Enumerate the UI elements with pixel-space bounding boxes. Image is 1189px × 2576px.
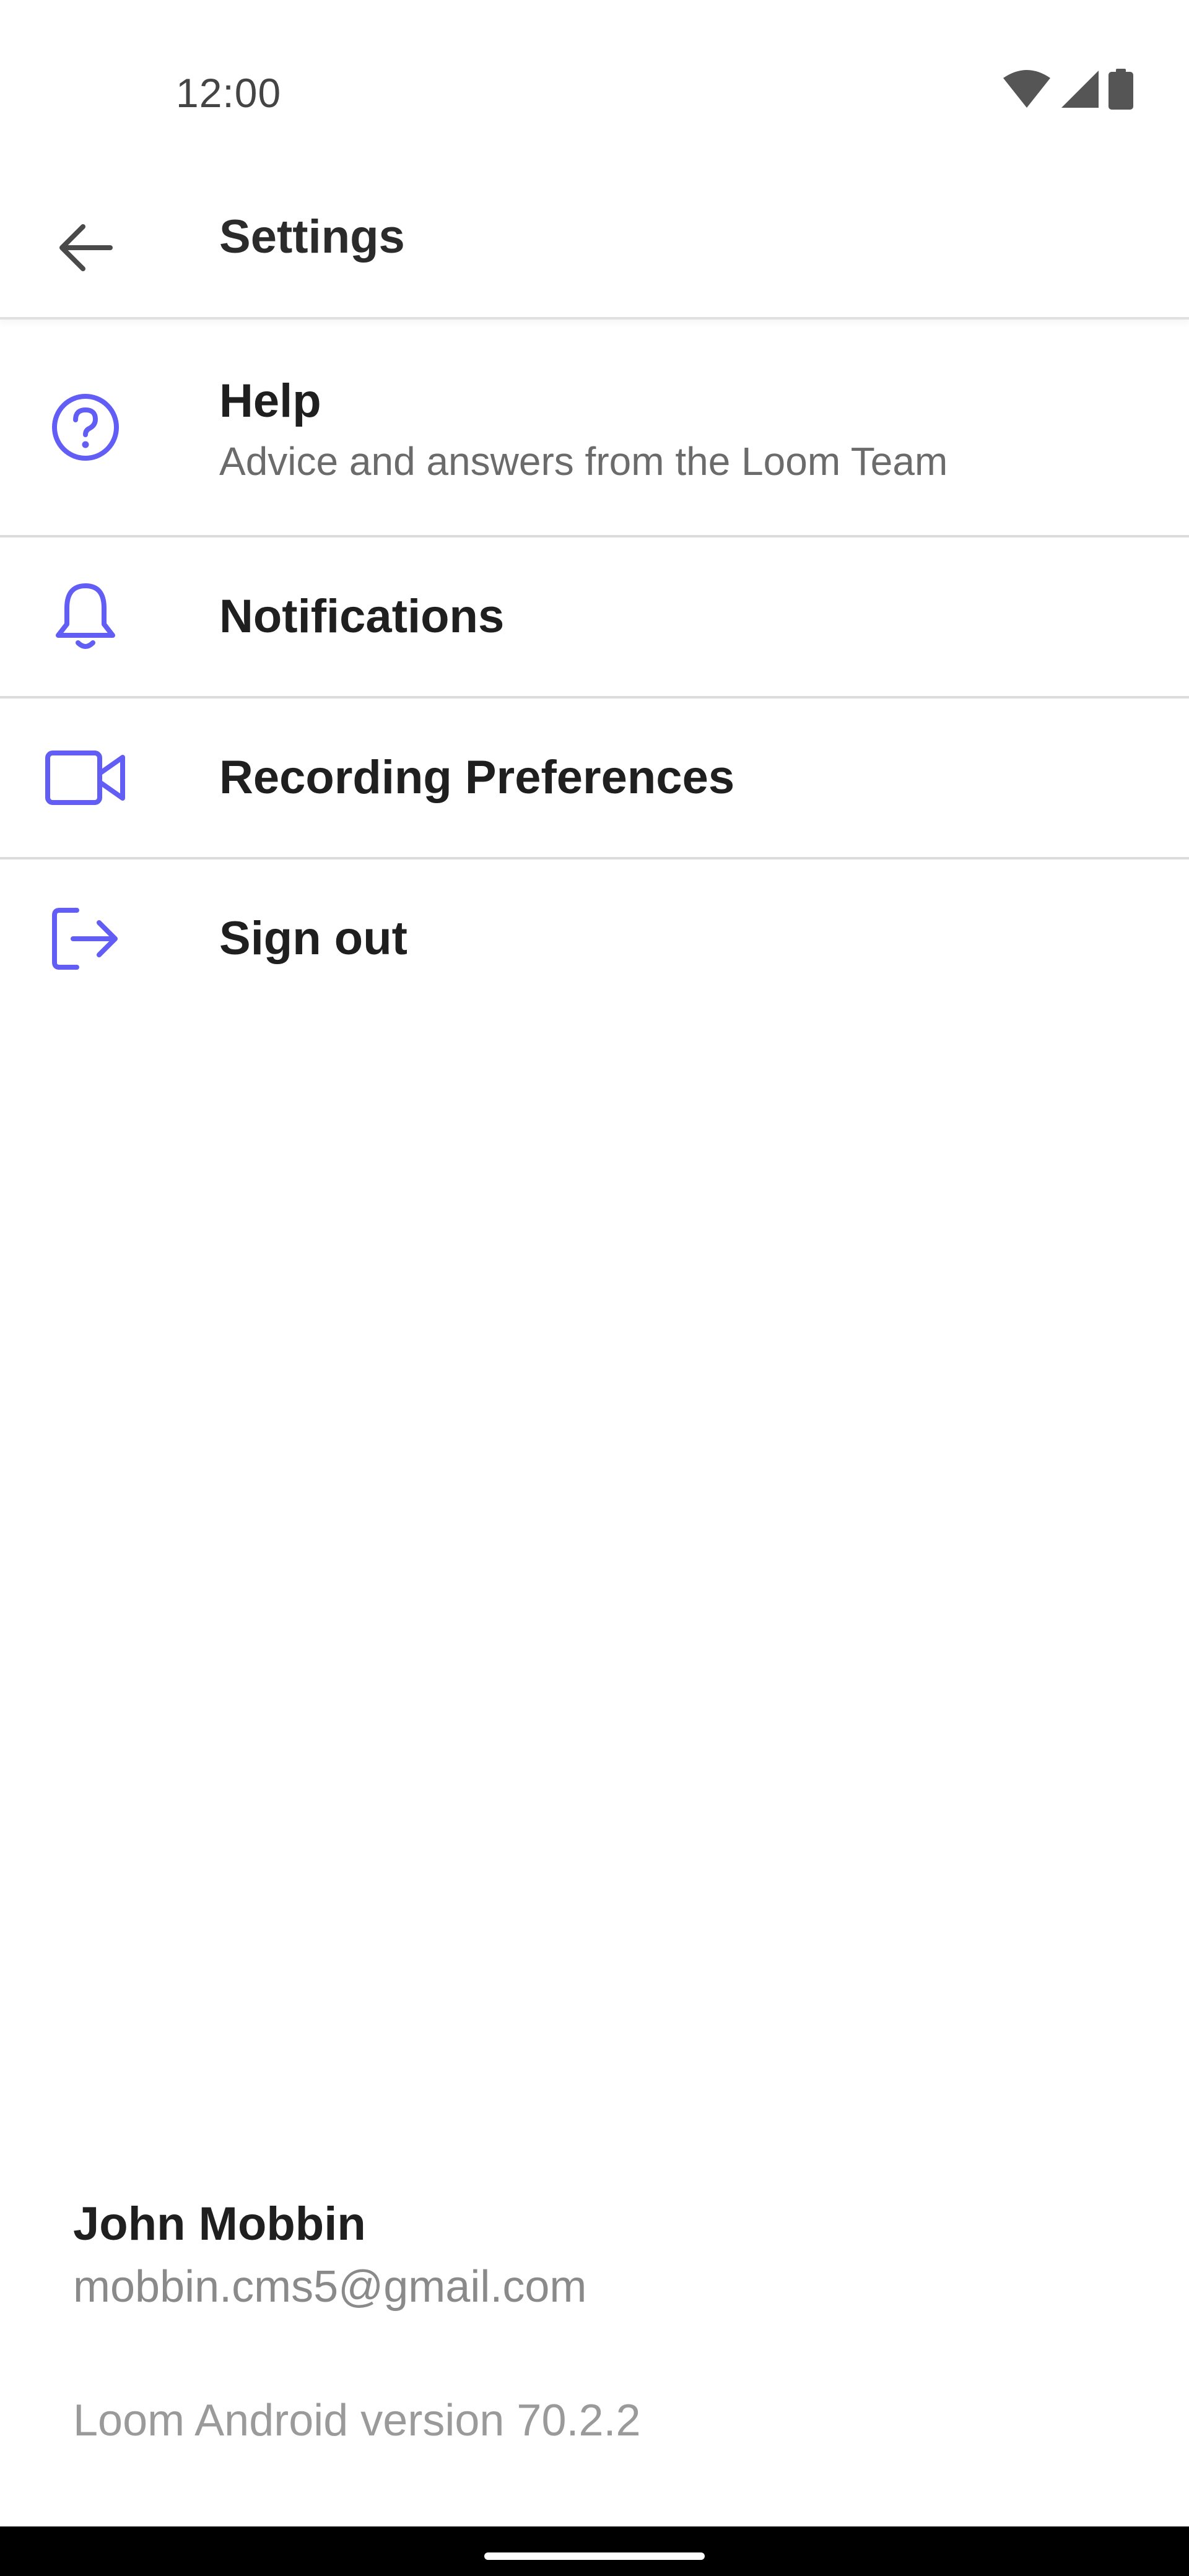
wifi-icon xyxy=(1002,69,1052,109)
settings-item-recording-preferences[interactable]: Recording Preferences xyxy=(0,698,1189,859)
back-button[interactable] xyxy=(45,208,126,290)
app-version: Loom Android version 70.2.2 xyxy=(73,2396,641,2445)
settings-item-help[interactable]: Help Advice and answers from the Loom Te… xyxy=(0,320,1189,537)
battery-icon xyxy=(1108,69,1133,110)
sign-out-icon xyxy=(45,898,126,980)
settings-list: Help Advice and answers from the Loom Te… xyxy=(0,320,1189,1018)
page-title: Settings xyxy=(219,211,405,263)
settings-item-label: Recording Preferences xyxy=(219,751,735,804)
settings-item-sublabel: Advice and answers from the Loom Team xyxy=(219,439,948,484)
arrow-left-icon xyxy=(58,223,113,276)
status-icons xyxy=(1002,67,1133,111)
settings-item-notifications[interactable]: Notifications xyxy=(0,537,1189,698)
settings-item-label: Sign out xyxy=(219,912,407,965)
app-bar: Settings xyxy=(0,186,1189,320)
settings-item-label: Help xyxy=(219,375,321,427)
account-email: mobbin.cms5@gmail.com xyxy=(73,2262,587,2312)
status-time: 12:00 xyxy=(176,70,282,116)
navigation-bar xyxy=(0,2526,1189,2576)
bell-icon xyxy=(45,576,126,658)
help-circle-icon xyxy=(45,386,126,468)
video-camera-icon xyxy=(45,737,126,819)
signal-icon xyxy=(1060,69,1100,109)
status-bar: 12:00 xyxy=(0,0,1189,186)
account-name: John Mobbin xyxy=(73,2198,366,2250)
settings-item-sign-out[interactable]: Sign out xyxy=(0,859,1189,1018)
home-indicator[interactable] xyxy=(484,2552,705,2560)
settings-item-label: Notifications xyxy=(219,590,505,643)
